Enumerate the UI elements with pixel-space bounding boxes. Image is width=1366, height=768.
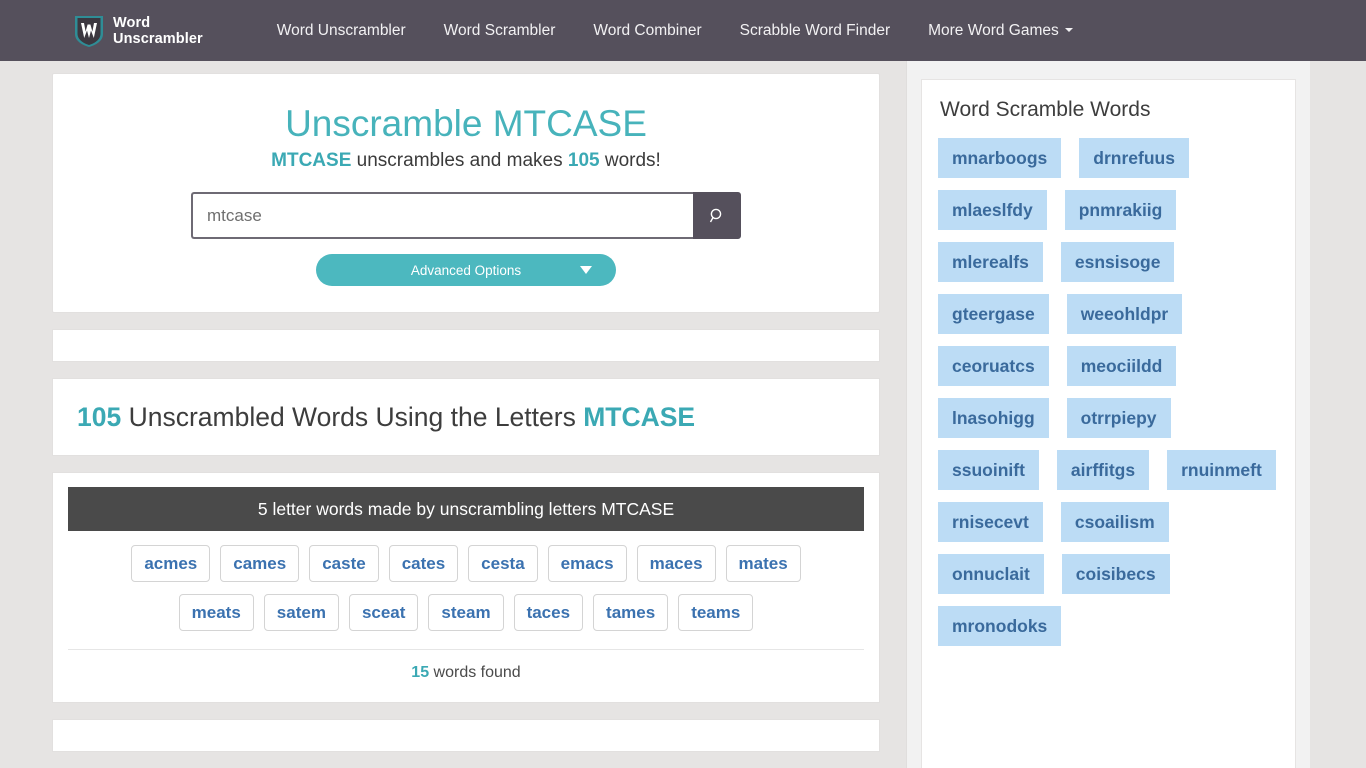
brand-line-1: Word bbox=[113, 14, 151, 31]
page-title: Unscramble MTCASE bbox=[285, 103, 647, 144]
subtitle-word: MTCASE bbox=[271, 150, 352, 171]
nav-item-more-word-games[interactable]: More Word Games bbox=[909, 12, 1092, 50]
search-button[interactable] bbox=[693, 192, 741, 239]
words-found-label: words found bbox=[429, 664, 521, 681]
ad-placeholder-bottom bbox=[52, 719, 880, 752]
brand-text: Word Unscrambler bbox=[113, 15, 203, 47]
sidebar-tag[interactable]: pnmrakiig bbox=[1064, 190, 1177, 230]
advanced-options-label: Advanced Options bbox=[410, 262, 522, 278]
results-heading-mid: Unscrambled Words Using the Letters bbox=[121, 402, 584, 432]
word-tile[interactable]: caste bbox=[309, 545, 379, 582]
word-list: acmes cames caste cates cesta emacs mace… bbox=[68, 531, 864, 649]
sidebar-tag[interactable]: lnasohigg bbox=[938, 398, 1049, 438]
shield-w-logo-icon bbox=[74, 14, 104, 48]
word-tile[interactable]: satem bbox=[263, 594, 339, 631]
word-tile[interactable]: emacs bbox=[547, 545, 627, 582]
magnifier-icon bbox=[709, 207, 726, 224]
word-row: meats satem sceat steam taces tames team… bbox=[68, 594, 864, 631]
sidebar-tag[interactable]: mlaeslfdy bbox=[938, 190, 1047, 230]
subtitle-mid: unscrambles and makes bbox=[351, 150, 568, 171]
sidebar-tag[interactable]: ssuoinift bbox=[938, 450, 1039, 490]
word-group-5-letter: 5 letter words made by unscrambling lett… bbox=[52, 472, 880, 703]
word-tile[interactable]: sceat bbox=[348, 594, 419, 631]
nav-item-word-unscrambler[interactable]: Word Unscrambler bbox=[258, 12, 425, 50]
word-group-header: 5 letter words made by unscrambling lett… bbox=[68, 487, 864, 531]
brand-home-link[interactable]: Word Unscrambler bbox=[74, 14, 203, 48]
page-subtitle: MTCASE unscrambles and makes 105 words! bbox=[81, 148, 851, 174]
sidebar-tag[interactable]: ceoruatcs bbox=[938, 346, 1049, 386]
results-letters: MTCASE bbox=[583, 402, 696, 432]
sidebar-tag[interactable]: meociildd bbox=[1066, 346, 1177, 386]
word-tile[interactable]: maces bbox=[636, 545, 716, 582]
nav-item-word-combiner[interactable]: Word Combiner bbox=[574, 12, 720, 50]
sidebar-tag[interactable]: esnsisoge bbox=[1060, 242, 1175, 282]
word-tile[interactable]: cates bbox=[388, 545, 459, 582]
subtitle-end: words! bbox=[599, 150, 661, 171]
word-row: acmes cames caste cates cesta emacs mace… bbox=[68, 545, 864, 582]
word-tile[interactable]: tames bbox=[593, 594, 669, 631]
word-tile[interactable]: cesta bbox=[468, 545, 538, 582]
words-found-count: 15 bbox=[411, 664, 430, 681]
sidebar-tag[interactable]: coisibecs bbox=[1061, 554, 1170, 594]
chevron-down-icon bbox=[580, 266, 592, 274]
word-tile[interactable]: steam bbox=[428, 594, 504, 631]
main-nav-links: Word Unscrambler Word Scrambler Word Com… bbox=[258, 12, 1092, 50]
sidebar-tag[interactable]: rnisecevt bbox=[938, 502, 1043, 542]
subtitle-count: 105 bbox=[567, 150, 600, 171]
word-tile[interactable]: acmes bbox=[131, 545, 211, 582]
nav-item-word-scrambler[interactable]: Word Scrambler bbox=[425, 12, 575, 50]
nav-item-more-word-games-label: More Word Games bbox=[928, 21, 1059, 39]
sidebar-title: Word Scramble Words bbox=[940, 98, 1151, 121]
search-input[interactable] bbox=[191, 192, 693, 239]
top-navigation-bar: Word Unscrambler Word Unscrambler Word S… bbox=[0, 0, 1366, 61]
words-found-footer: 15 words found bbox=[68, 649, 864, 692]
search-panel: Unscramble MTCASE MTCASE unscrambles and… bbox=[52, 73, 880, 313]
sidebar-tag[interactable]: otrrpiepy bbox=[1066, 398, 1171, 438]
search-form bbox=[191, 192, 741, 239]
sidebar-tag[interactable]: csoailism bbox=[1060, 502, 1169, 542]
page-body: Unscramble MTCASE MTCASE unscrambles and… bbox=[0, 61, 1366, 768]
results-heading-panel: 105 Unscrambled Words Using the Letters … bbox=[52, 378, 880, 456]
sidebar-tag[interactable]: onnuclait bbox=[938, 554, 1044, 594]
sidebar-tag[interactable]: mnarboogs bbox=[938, 138, 1062, 178]
sidebar-tag[interactable]: mronodoks bbox=[938, 606, 1062, 646]
scramble-word-tag-grid: mnarboogs drnrefuus mlaeslfdy pnmrakiig … bbox=[938, 138, 1279, 646]
sidebar-tag[interactable]: gteergase bbox=[938, 294, 1049, 334]
sidebar-tag[interactable]: mlerealfs bbox=[938, 242, 1043, 282]
sidebar-tag[interactable]: rnuinmeft bbox=[1167, 450, 1276, 490]
word-tile[interactable]: meats bbox=[178, 594, 254, 631]
word-tile[interactable]: cames bbox=[220, 545, 300, 582]
nav-item-scrabble-word-finder[interactable]: Scrabble Word Finder bbox=[721, 12, 909, 50]
results-count: 105 bbox=[77, 402, 122, 432]
brand-line-2: Unscrambler bbox=[113, 30, 203, 47]
word-tile[interactable]: taces bbox=[513, 594, 584, 631]
chevron-down-icon bbox=[1064, 28, 1073, 33]
sidebar-card: Word Scramble Words mnarboogs drnrefuus … bbox=[921, 79, 1296, 768]
ad-placeholder-top bbox=[52, 329, 880, 362]
results-heading: 105 Unscrambled Words Using the Letters … bbox=[77, 401, 855, 433]
sidebar-tag[interactable]: airffitgs bbox=[1056, 450, 1150, 490]
sidebar: Word Scramble Words mnarboogs drnrefuus … bbox=[906, 61, 1310, 768]
main-content-column: Unscramble MTCASE MTCASE unscrambles and… bbox=[52, 61, 880, 768]
sidebar-tag[interactable]: drnrefuus bbox=[1079, 138, 1189, 178]
word-tile[interactable]: teams bbox=[678, 594, 754, 631]
word-tile[interactable]: mates bbox=[725, 545, 801, 582]
advanced-options-button[interactable]: Advanced Options bbox=[316, 254, 616, 286]
sidebar-tag[interactable]: weeohldpr bbox=[1066, 294, 1183, 334]
